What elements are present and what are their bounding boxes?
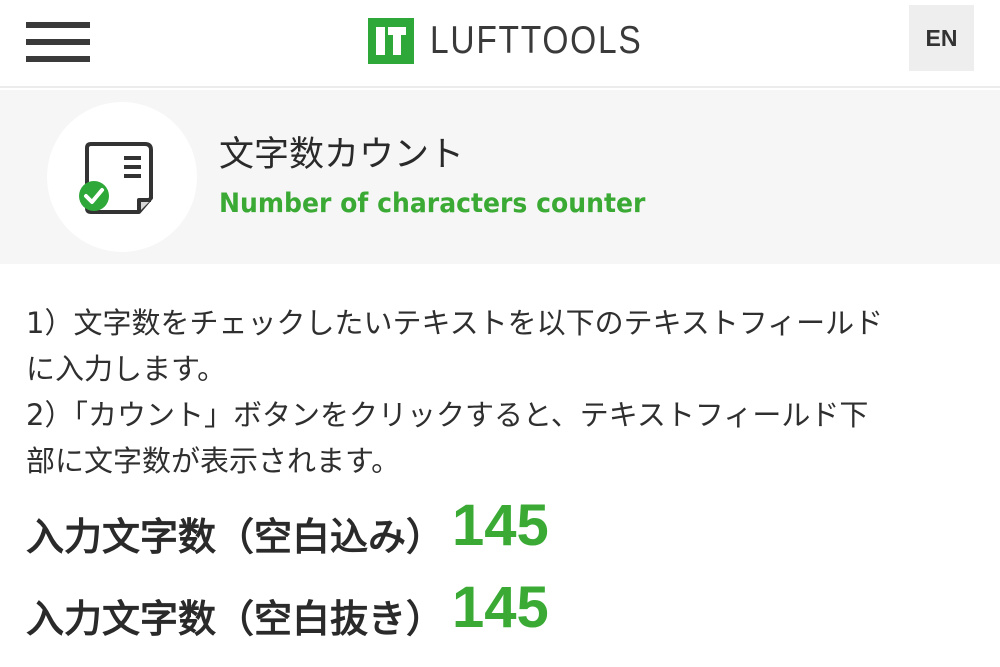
top-header: LUFTTOOLS EN [0, 0, 1000, 88]
logo-text: LUFTTOOLS [430, 19, 643, 62]
menu-bar [26, 22, 90, 28]
document-check-icon [79, 142, 153, 214]
menu-bar [26, 56, 90, 62]
lufttools-logo-icon [368, 18, 414, 64]
hamburger-menu-icon[interactable] [26, 22, 90, 62]
tool-banner: 文字数カウント Number of characters counter [0, 90, 1000, 264]
site-logo[interactable]: LUFTTOOLS [368, 16, 677, 66]
tool-title-english: Number of characters counter [219, 188, 646, 219]
instructions: 1）文字数をチェックしたいテキストを以下のテキストフィールド に入力します。 2… [26, 300, 976, 484]
tool-title-japanese: 文字数カウント [219, 135, 465, 175]
count-label: 入力文字数（空白抜き） [26, 597, 445, 641]
tool-icon-container [47, 102, 197, 252]
instruction-line: 2）「カウント」ボタンをクリックすると、テキストフィールド下 [26, 398, 869, 432]
count-value: 145 [452, 493, 549, 558]
menu-bar [26, 39, 90, 45]
instruction-line: 1）文字数をチェックしたいテキストを以下のテキストフィールド [26, 306, 884, 340]
count-label: 入力文字数（空白込み） [26, 515, 445, 559]
count-with-spaces: 入力文字数（空白込み） 145 [26, 493, 549, 567]
instruction-line: 部に文字数が表示されます。 [26, 444, 401, 478]
language-button[interactable]: EN [909, 5, 974, 71]
instruction-line: に入力します。 [26, 352, 227, 386]
count-without-spaces: 入力文字数（空白抜き） 145 [26, 575, 549, 649]
count-value: 145 [452, 575, 549, 640]
